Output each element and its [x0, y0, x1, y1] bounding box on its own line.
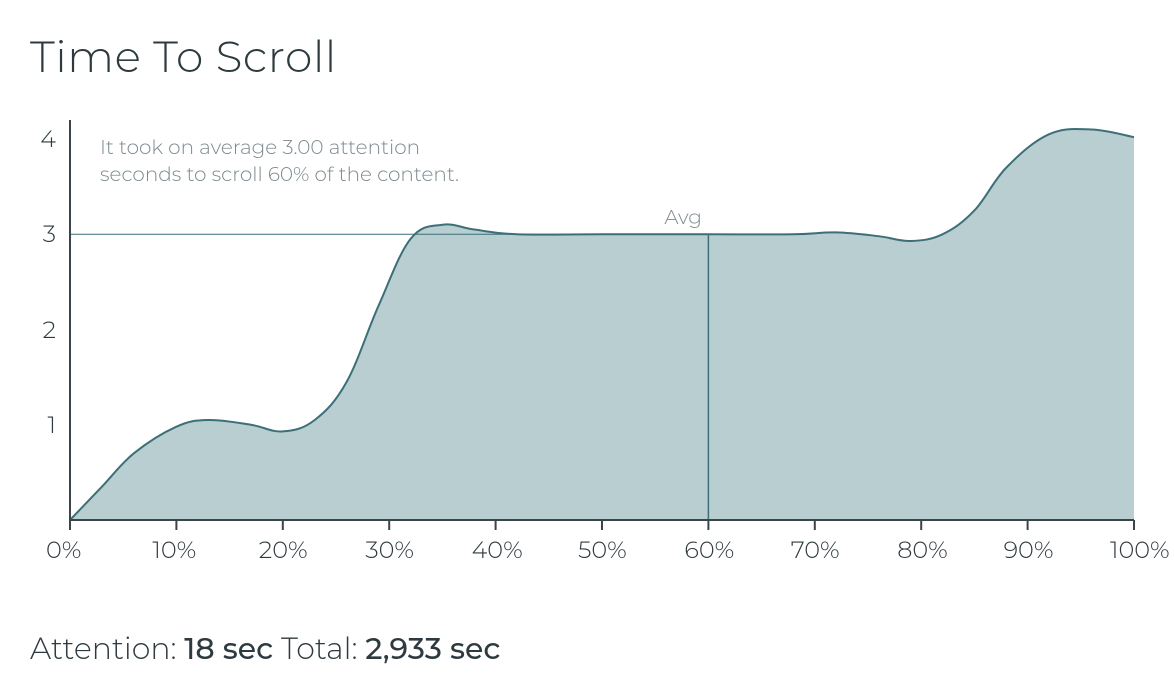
- chart-footer: Attention: 18 sec Total: 2,933 sec: [30, 630, 501, 667]
- x-tick-label: 90%: [1004, 536, 1054, 565]
- chart-area: 12340%10%20%30%40%50%60%70%80%90%100%It …: [30, 120, 1144, 580]
- x-tick-label: 80%: [897, 536, 948, 565]
- x-tick-label: 50%: [578, 536, 627, 565]
- attention-value: 18 sec: [184, 630, 273, 667]
- y-tick-label: 1: [48, 411, 56, 440]
- chart-title: Time To Scroll: [30, 30, 337, 84]
- x-tick-label: 0%: [46, 536, 81, 565]
- x-tick-label: 70%: [791, 536, 840, 565]
- y-tick-label: 2: [42, 316, 56, 345]
- x-tick-label: 20%: [259, 536, 308, 565]
- avg-label: Avg: [664, 206, 702, 230]
- x-tick-label: 60%: [684, 536, 734, 565]
- x-tick-label: 30%: [365, 536, 414, 565]
- y-tick-label: 4: [40, 125, 56, 154]
- y-tick-label: 3: [43, 220, 56, 249]
- total-value: 2,933 sec: [365, 630, 500, 667]
- x-tick-label: 100%: [1110, 536, 1170, 565]
- chart-annotation: It took on average 3.00 attention second…: [100, 135, 459, 189]
- total-label: Total:: [281, 630, 358, 667]
- x-tick-label: 10%: [152, 536, 196, 565]
- x-tick-label: 40%: [472, 536, 523, 565]
- attention-label: Attention:: [30, 630, 177, 667]
